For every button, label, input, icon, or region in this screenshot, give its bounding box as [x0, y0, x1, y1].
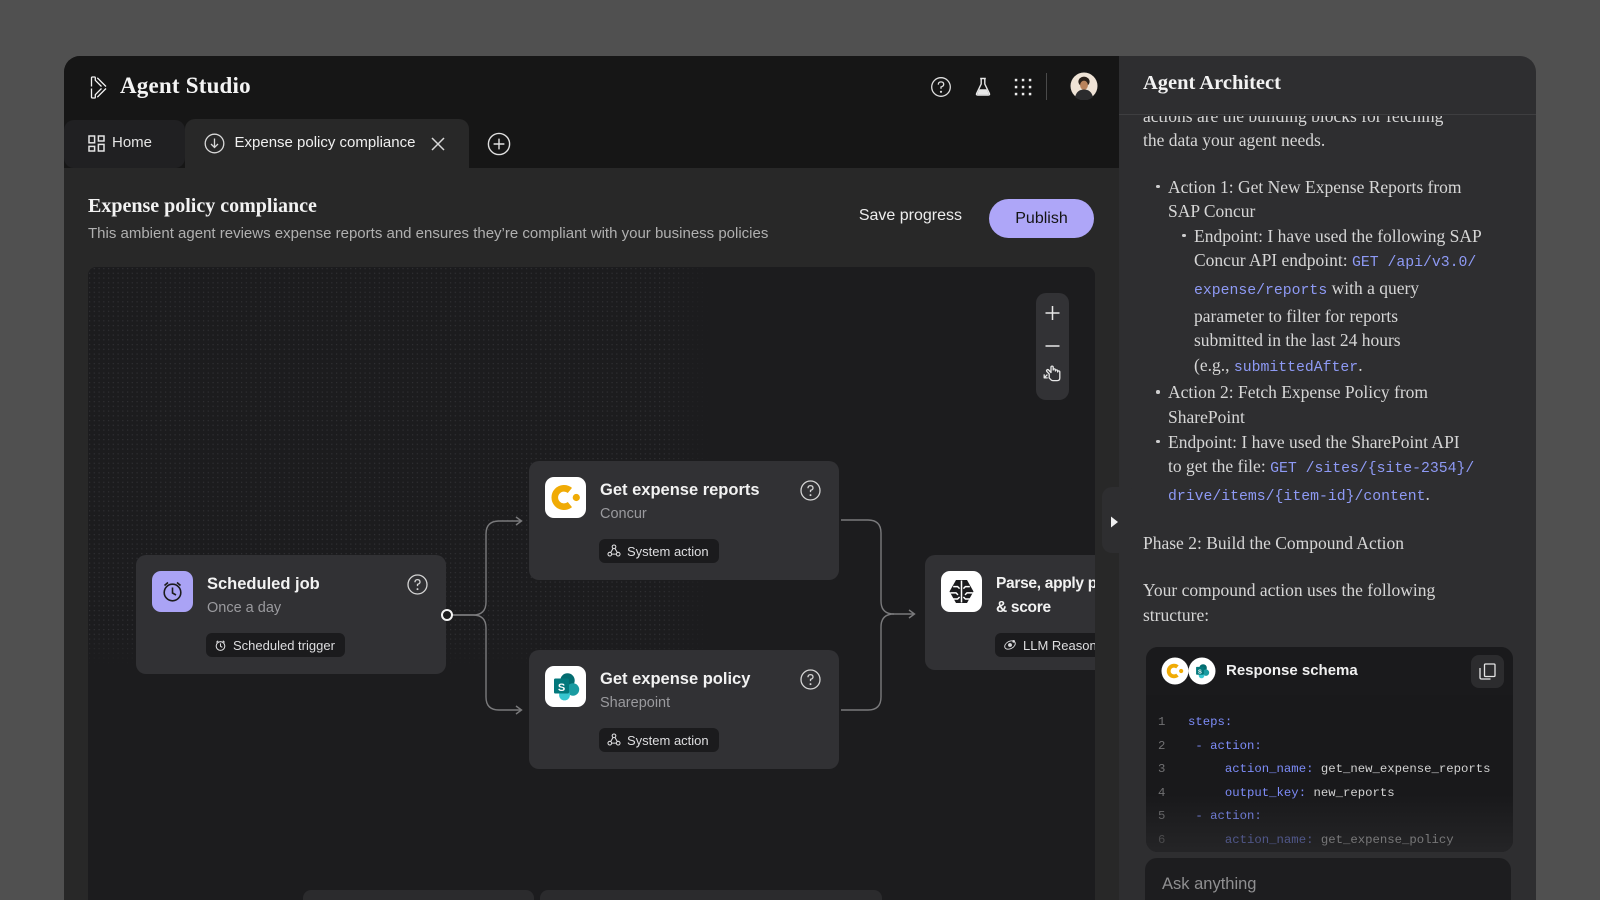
svg-text:S: S [558, 682, 565, 694]
svg-text:S: S [1198, 669, 1202, 675]
